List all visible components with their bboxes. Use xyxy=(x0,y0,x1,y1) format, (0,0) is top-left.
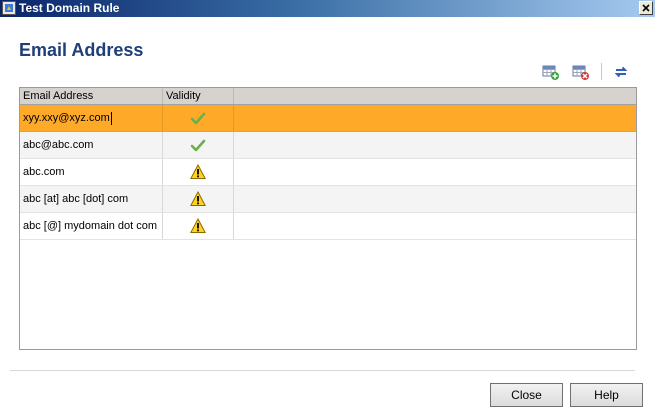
warning-icon xyxy=(190,164,206,179)
column-header-validity[interactable]: Validity xyxy=(163,88,234,104)
warning-icon xyxy=(190,191,206,206)
help-button[interactable]: Help xyxy=(570,383,643,407)
email-cell[interactable]: abc [@] mydomain dot com xyxy=(20,213,163,239)
delete-row-icon xyxy=(572,65,589,80)
close-icon xyxy=(642,4,650,12)
refresh-button[interactable] xyxy=(612,63,630,81)
validity-cell xyxy=(163,105,234,131)
app-icon xyxy=(2,1,16,15)
add-row-button[interactable] xyxy=(542,63,560,81)
delete-row-button[interactable] xyxy=(572,63,590,81)
email-cell-text: xyy.xxy@xyz.com xyxy=(23,112,110,124)
validity-cell xyxy=(163,132,234,158)
email-cell[interactable]: xyy.xxy@xyz.com xyxy=(20,105,163,131)
close-window-button[interactable] xyxy=(639,1,653,15)
column-header-email[interactable]: Email Address xyxy=(20,88,163,104)
table-row[interactable]: abc@abc.com xyxy=(20,132,636,159)
valid-check-icon xyxy=(190,139,206,152)
validity-cell xyxy=(163,159,234,185)
email-cell[interactable]: abc.com xyxy=(20,159,163,185)
validity-cell xyxy=(163,213,234,239)
grid-header: Email Address Validity xyxy=(20,88,636,105)
email-cell[interactable]: abc@abc.com xyxy=(20,132,163,158)
toolbar-separator xyxy=(601,63,602,80)
table-row[interactable]: abc.com xyxy=(20,159,636,186)
title-bar[interactable]: Test Domain Rule xyxy=(0,0,655,17)
add-row-icon xyxy=(542,65,559,80)
text-caret xyxy=(110,111,112,125)
validity-cell xyxy=(163,186,234,212)
email-grid[interactable]: Email Address Validity xyy.xxy@xyz.com a… xyxy=(19,87,637,350)
close-button[interactable]: Close xyxy=(490,383,563,407)
footer-divider xyxy=(10,370,635,371)
valid-check-icon xyxy=(190,112,206,125)
refresh-icon xyxy=(614,66,628,78)
warning-icon xyxy=(190,218,206,233)
table-row[interactable]: abc [at] abc [dot] com xyxy=(20,186,636,213)
email-cell[interactable]: abc [at] abc [dot] com xyxy=(20,186,163,212)
dialog-window: Test Domain Rule Email Address Email Add… xyxy=(0,0,655,417)
table-row[interactable]: xyy.xxy@xyz.com xyxy=(20,105,636,132)
table-row[interactable]: abc [@] mydomain dot com xyxy=(20,213,636,240)
page-title: Email Address xyxy=(19,40,144,60)
window-title: Test Domain Rule xyxy=(19,1,120,15)
